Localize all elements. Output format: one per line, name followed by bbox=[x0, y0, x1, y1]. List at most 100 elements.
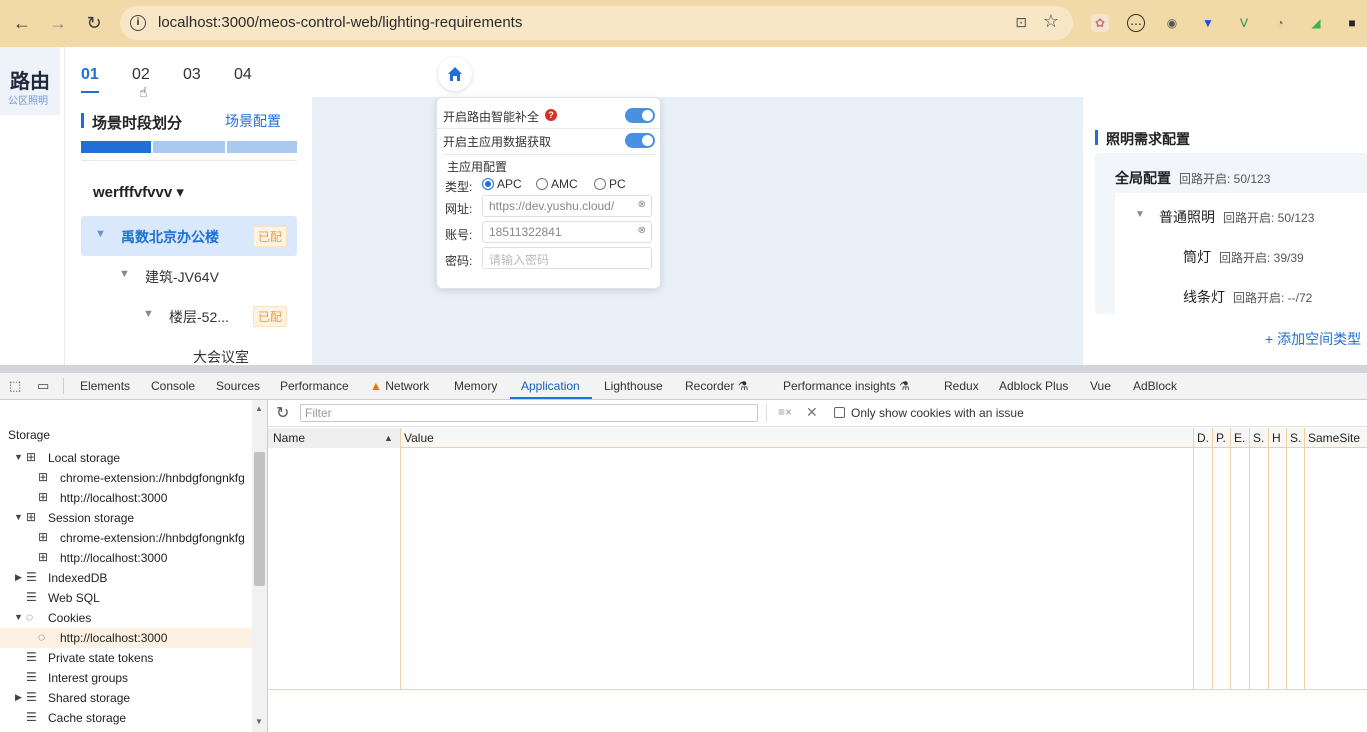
scene-config-link[interactable]: 场景配置 bbox=[225, 111, 281, 131]
tree-item-building-group[interactable]: 禹数北京办公楼 bbox=[121, 227, 219, 247]
star-icon[interactable]: ☆ bbox=[1043, 11, 1059, 32]
tree-item-room[interactable]: 大会议室 bbox=[193, 347, 249, 365]
forward-icon[interactable]: → bbox=[46, 12, 70, 34]
devtools-tab-memory[interactable]: Memory bbox=[454, 379, 497, 393]
extension-icon[interactable]: ◢ bbox=[1307, 14, 1325, 32]
sidebar-item-session-ext[interactable]: chrome-extension://hnbdgfongnkfg bbox=[60, 531, 245, 545]
sidebar-item-cache-storage[interactable]: Cache storage bbox=[48, 711, 126, 725]
column-name[interactable]: Name bbox=[273, 431, 305, 445]
url-input[interactable]: https://dev.yushu.cloud/ ⊗ bbox=[482, 195, 652, 217]
collapse-icon[interactable]: ▶ bbox=[15, 692, 22, 703]
tab-03[interactable]: 03 bbox=[183, 66, 201, 84]
password-input[interactable]: 请输入密码 bbox=[482, 247, 652, 269]
devtools-tab-sources[interactable]: Sources bbox=[216, 379, 260, 393]
scroll-down-icon[interactable]: ▼ bbox=[255, 717, 263, 726]
sidebar-item-cookies-host[interactable]: http://localhost:3000 bbox=[60, 631, 167, 645]
sidebar-item-local-host[interactable]: http://localhost:3000 bbox=[60, 491, 167, 505]
expand-icon[interactable]: ▼ bbox=[1135, 209, 1145, 220]
expand-icon[interactable]: ▼ bbox=[14, 512, 23, 522]
devtools-tab-adblock[interactable]: AdBlock bbox=[1133, 379, 1177, 393]
clear-filtered-icon[interactable]: ≡× bbox=[778, 405, 792, 419]
reload-icon[interactable]: ↻ bbox=[82, 12, 106, 34]
inspect-icon[interactable]: ⬚ bbox=[9, 378, 21, 394]
tab-01[interactable]: 01 bbox=[81, 66, 99, 84]
devtools-tab-network[interactable]: ▲ Network bbox=[370, 379, 429, 393]
extension-icon[interactable]: ✿ bbox=[1091, 14, 1109, 32]
sidebar-item-session-storage[interactable]: Session storage bbox=[48, 511, 134, 525]
info-icon[interactable]: i bbox=[130, 15, 146, 31]
type-radio-apc[interactable]: APC bbox=[482, 177, 522, 191]
tab-04[interactable]: 04 bbox=[234, 66, 252, 84]
time-segment[interactable] bbox=[227, 141, 297, 153]
vue-devtools-icon[interactable]: V bbox=[1235, 14, 1253, 32]
column-path[interactable]: P. bbox=[1216, 431, 1226, 445]
data-fetch-toggle[interactable] bbox=[625, 133, 655, 148]
address-bar[interactable]: i localhost:3000/meos-control-web/lighti… bbox=[120, 6, 1073, 40]
sidebar-item-cookies[interactable]: Cookies bbox=[48, 611, 91, 625]
column-expires[interactable]: E. bbox=[1234, 431, 1245, 445]
only-issue-checkbox[interactable] bbox=[834, 407, 845, 418]
clear-icon[interactable]: ⊗ bbox=[638, 225, 646, 236]
home-button[interactable] bbox=[438, 57, 472, 91]
tab-02[interactable]: 02 bbox=[132, 66, 150, 84]
smart-complete-toggle[interactable] bbox=[625, 108, 655, 123]
devtools-tab-vue[interactable]: Vue bbox=[1090, 379, 1111, 393]
expand-icon[interactable]: ▼ bbox=[119, 268, 130, 280]
url-text[interactable]: localhost:3000/meos-control-web/lighting… bbox=[158, 14, 522, 31]
devtools-tab-console[interactable]: Console bbox=[151, 379, 195, 393]
devtools-tab-performance-insights[interactable]: Performance insights ⚗ bbox=[783, 379, 910, 393]
sidebar-item-session-host[interactable]: http://localhost:3000 bbox=[60, 551, 167, 565]
sidebar-item-interest-groups[interactable]: Interest groups bbox=[48, 671, 128, 685]
account-input[interactable]: 18511322841 ⊗ bbox=[482, 221, 652, 243]
refresh-icon[interactable]: ↻ bbox=[276, 403, 289, 423]
type-radio-pc[interactable]: PC bbox=[594, 177, 626, 191]
expand-icon[interactable]: ▼ bbox=[143, 308, 154, 320]
sidebar-item-local-storage[interactable]: Local storage bbox=[48, 451, 120, 465]
devtools-splitter[interactable] bbox=[0, 365, 1367, 373]
sidebar-item-shared-storage[interactable]: Shared storage bbox=[48, 691, 130, 705]
tree-item-floor[interactable]: 楼层-52... bbox=[169, 307, 229, 327]
column-size[interactable]: S. bbox=[1253, 431, 1264, 445]
extension-icon[interactable]: ▼ bbox=[1199, 14, 1217, 32]
time-segment[interactable] bbox=[81, 141, 151, 153]
help-icon[interactable]: ? bbox=[545, 109, 557, 121]
column-secure[interactable]: S. bbox=[1290, 431, 1301, 445]
column-domain[interactable]: D. bbox=[1197, 431, 1209, 445]
devtools-tab-recorder[interactable]: Recorder ⚗ bbox=[685, 379, 748, 393]
back-icon[interactable]: ← bbox=[10, 12, 34, 34]
expand-icon[interactable]: ▼ bbox=[95, 228, 106, 240]
clear-all-icon[interactable]: ✕ bbox=[806, 404, 818, 421]
type-radio-amc[interactable]: AMC bbox=[536, 177, 578, 191]
scroll-up-icon[interactable]: ▲ bbox=[255, 404, 263, 413]
map-canvas[interactable] bbox=[312, 97, 1083, 365]
devtools-tab-elements[interactable]: Elements bbox=[80, 379, 130, 393]
camera-icon[interactable]: ◉ bbox=[1163, 14, 1181, 32]
tree-root[interactable]: werfffvfvvv ▾ bbox=[93, 183, 184, 201]
sidebar-item-private-state-tokens[interactable]: Private state tokens bbox=[48, 651, 153, 665]
filter-input[interactable]: Filter bbox=[300, 404, 758, 422]
sidebar-item-indexeddb[interactable]: IndexedDB bbox=[48, 571, 107, 585]
sidebar-item-local-ext[interactable]: chrome-extension://hnbdgfongnkfg bbox=[60, 471, 245, 485]
devtools-tab-adblock-plus[interactable]: Adblock Plus bbox=[999, 379, 1068, 393]
devtools-tab-performance[interactable]: Performance bbox=[280, 379, 349, 393]
sidebar-scrollbar-thumb[interactable] bbox=[254, 452, 265, 586]
add-space-type-link[interactable]: + 添加空间类型 bbox=[1265, 329, 1361, 349]
column-httponly[interactable]: H bbox=[1272, 431, 1281, 445]
clear-icon[interactable]: ⊗ bbox=[638, 199, 646, 210]
column-samesite[interactable]: SameSite bbox=[1308, 431, 1360, 445]
extension-icon[interactable]: ■ bbox=[1343, 14, 1361, 32]
time-segment[interactable] bbox=[153, 141, 225, 153]
extension-icon[interactable]: ⋯ bbox=[1127, 14, 1145, 32]
sidebar-item-websql[interactable]: Web SQL bbox=[48, 591, 100, 605]
device-toolbar-icon[interactable]: ▭ bbox=[37, 378, 49, 394]
column-value[interactable]: Value bbox=[404, 431, 434, 445]
translate-icon[interactable]: ⊡ bbox=[1015, 14, 1027, 31]
devtools-tab-application[interactable]: Application bbox=[521, 379, 580, 393]
expand-icon[interactable]: ▼ bbox=[14, 452, 23, 462]
expand-icon[interactable]: ▼ bbox=[14, 612, 23, 622]
tree-item-building[interactable]: 建筑-JV64V bbox=[145, 267, 219, 287]
extension-icon[interactable]: ◔ bbox=[1271, 14, 1289, 32]
devtools-tab-redux[interactable]: Redux bbox=[944, 379, 979, 393]
devtools-tab-lighthouse[interactable]: Lighthouse bbox=[604, 379, 663, 393]
collapse-icon[interactable]: ▶ bbox=[15, 572, 22, 583]
